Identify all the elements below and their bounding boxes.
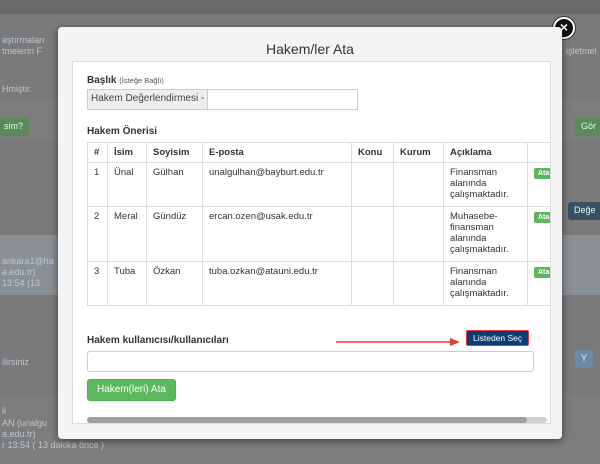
cell-description: Finansman alanında çalışmaktadır. bbox=[443, 162, 528, 207]
modal-panel: Başlık (İsteğe Bağlı) Hakem Değerlendirm… bbox=[72, 61, 551, 424]
column-header: Konu bbox=[351, 142, 394, 163]
background-text: a.edu.tr) bbox=[2, 429, 36, 439]
cell-first-name: Ünal bbox=[107, 162, 147, 207]
background-button: Y bbox=[575, 350, 594, 368]
background-button: Değe bbox=[568, 202, 600, 220]
background-button: sim? bbox=[0, 118, 30, 136]
assign-row-button[interactable]: Ata bbox=[534, 168, 550, 179]
reviewer-suggestion-table: # İsim Soyisim E-posta Konu Kurum Açıkla… bbox=[87, 142, 550, 306]
select-from-list-button[interactable]: Listeden Seç bbox=[466, 330, 530, 346]
table-row: 1 Ünal Gülhan unalgulhan@bayburt.edu.tr … bbox=[87, 162, 550, 207]
background-text: aştırmaları bbox=[2, 35, 45, 45]
cell-no: 2 bbox=[87, 206, 108, 262]
background-text: AN (unalgu bbox=[2, 418, 48, 428]
cell-email: tuba.ozkan@atauni.edu.tr bbox=[202, 261, 352, 306]
assign-row-button[interactable]: Ata bbox=[534, 212, 550, 223]
background-text: il bbox=[2, 406, 6, 416]
cell-last-name: Gündüz bbox=[146, 206, 203, 262]
cell-first-name: Meral bbox=[107, 206, 147, 262]
reviewer-users-input[interactable] bbox=[87, 351, 534, 372]
column-header: Kurum bbox=[393, 142, 444, 163]
cell-last-name: Özkan bbox=[146, 261, 203, 306]
title-prefix: Hakem Değerlendirmesi - bbox=[87, 89, 209, 110]
title-label: Başlık (İsteğe Bağlı) bbox=[87, 75, 164, 86]
cell-description: Muhasebe-finansman alanında çalışmaktadı… bbox=[443, 206, 528, 262]
cell-institution bbox=[393, 261, 444, 306]
cell-no: 3 bbox=[87, 261, 108, 306]
background-text: tmelerin F bbox=[2, 46, 43, 56]
cell-description: Finansman alanında çalışmaktadır. bbox=[443, 261, 528, 306]
scrollbar-thumb[interactable] bbox=[87, 417, 527, 423]
column-header bbox=[527, 142, 550, 163]
cell-subject bbox=[351, 261, 394, 306]
title-input[interactable] bbox=[208, 89, 359, 110]
assign-row-button[interactable]: Ata bbox=[534, 267, 550, 278]
column-header: Soyisim bbox=[146, 142, 203, 163]
cell-institution bbox=[393, 162, 444, 207]
background-text: işletmel bbox=[566, 46, 597, 56]
cell-email: ercan.ozen@usak.edu.tr bbox=[202, 206, 352, 262]
modal-title: Hakem/ler Ata bbox=[266, 41, 354, 57]
background-text: Hmiştir. bbox=[2, 84, 32, 94]
background-button: Gör bbox=[575, 118, 600, 136]
cell-subject bbox=[351, 162, 394, 207]
cell-institution bbox=[393, 206, 444, 262]
cell-action: Ata bbox=[527, 206, 550, 262]
title-label-text: Başlık bbox=[87, 75, 117, 86]
title-input-group: Hakem Değerlendirmesi - bbox=[87, 89, 359, 110]
background-text: r 13:54 ( 13 dakika önce ) bbox=[2, 440, 105, 450]
background-text: 13:54 (13 bbox=[2, 278, 41, 288]
column-header: # bbox=[87, 142, 108, 163]
cell-subject bbox=[351, 206, 394, 262]
background-text: ilirsiniz bbox=[2, 357, 29, 367]
background-text: ankara1@ha bbox=[2, 256, 54, 266]
column-header: E-posta bbox=[202, 142, 352, 163]
background-text: a.edu.tr) bbox=[2, 267, 36, 277]
cell-action: Ata bbox=[527, 261, 550, 306]
cell-no: 1 bbox=[87, 162, 108, 207]
horizontal-scrollbar[interactable] bbox=[87, 417, 547, 423]
assign-reviewers-button[interactable]: Hakem(leri) Ata bbox=[87, 379, 176, 401]
assign-reviewer-modal: Hakem/ler Ata Başlık (İsteğe Bağlı) Hake… bbox=[58, 27, 562, 439]
title-optional-note: (İsteğe Bağlı) bbox=[119, 76, 164, 85]
column-header: Açıklama bbox=[443, 142, 528, 163]
reviewer-users-label: Hakem kullanıcısı/kullanıcıları bbox=[87, 335, 229, 346]
table-row: 3 Tuba Özkan tuba.ozkan@atauni.edu.tr Fi… bbox=[87, 261, 550, 306]
reviewer-suggestion-label: Hakem Önerisi bbox=[87, 126, 158, 137]
arrow-right-icon bbox=[336, 338, 460, 346]
table-row: 2 Meral Gündüz ercan.ozen@usak.edu.tr Mu… bbox=[87, 206, 550, 262]
cell-last-name: Gülhan bbox=[146, 162, 203, 207]
cell-email: unalgulhan@bayburt.edu.tr bbox=[202, 162, 352, 207]
background-topbar bbox=[0, 0, 600, 14]
cell-action: Ata bbox=[527, 162, 550, 207]
column-header: İsim bbox=[107, 142, 147, 163]
table-header-row: # İsim Soyisim E-posta Konu Kurum Açıkla… bbox=[87, 142, 550, 163]
cell-first-name: Tuba bbox=[107, 261, 147, 306]
